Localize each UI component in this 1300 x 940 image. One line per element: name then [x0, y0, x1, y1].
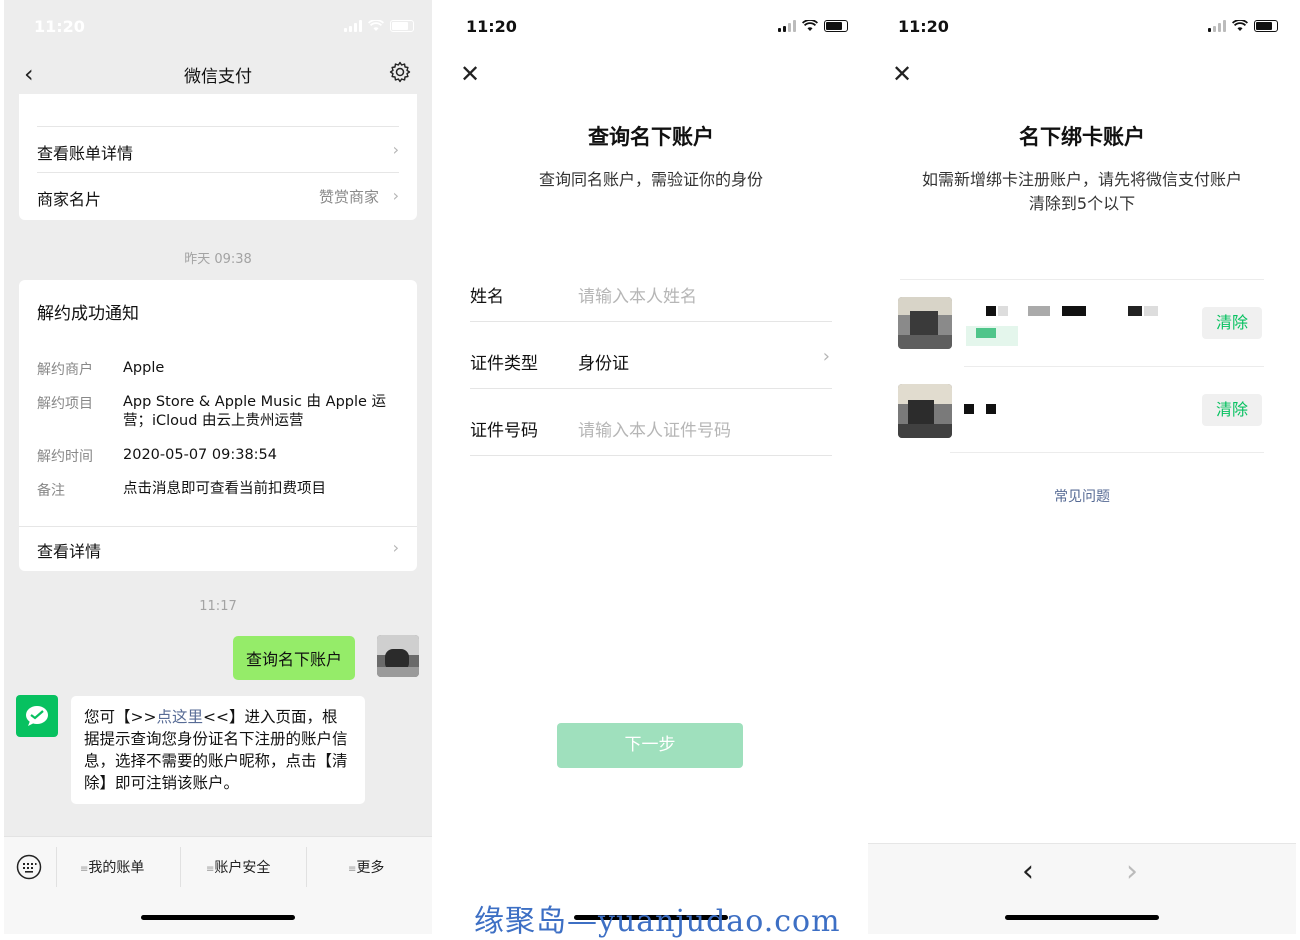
view-bill-detail-link[interactable]: 查看账单详情 › — [37, 140, 399, 164]
divider — [964, 366, 1264, 367]
id-number-input[interactable]: 请输入本人证件号码 — [578, 416, 731, 441]
page-subtitle-line2: 清除到5个以下 — [1028, 194, 1136, 213]
status-bar: 11:20 — [4, 0, 432, 54]
name-label: 姓名 — [470, 287, 504, 307]
id-type-select[interactable]: 身份证 — [578, 349, 629, 374]
menu-label: 账户安全 — [214, 860, 271, 876]
status-time: 11:20 — [898, 17, 949, 36]
id-number-label: 证件号码 — [470, 421, 538, 441]
forward-arrow-icon[interactable]: › — [1126, 854, 1138, 889]
next-step-button[interactable]: 下一步 — [557, 723, 743, 768]
divider — [950, 452, 1264, 453]
wechat-pay-avatar[interactable] — [16, 695, 58, 737]
cancel-notice-card[interactable]: 解约成功通知 解约商户 Apple 解约项目 App Store & Apple… — [19, 280, 417, 571]
reply-text: 您可【>> — [84, 708, 157, 726]
status-icons — [1208, 20, 1278, 32]
chat-navbar: ‹ 微信支付 — [4, 54, 432, 94]
watermark-text: 缘聚岛—yuanjudao.com — [474, 904, 841, 939]
id-type-label: 证件类型 — [470, 354, 538, 374]
home-indicator — [1005, 915, 1159, 920]
notice-value: 2020-05-07 09:38:54 — [123, 447, 277, 463]
divider — [470, 455, 832, 456]
signal-icon — [1208, 20, 1226, 32]
query-accounts-screen: 11:20 ✕ 查询名下账户 查询同名账户，需验证你的身份 姓名 请输入本人姓名… — [436, 0, 866, 934]
wechat-pay-icon — [26, 706, 48, 726]
notice-key: 解约商户 — [37, 362, 93, 378]
reply-message-bubble[interactable]: 您可【>>点这里<<】进入页面，根据提示查询您身份证名下注册的账户信息，选择不需… — [71, 696, 365, 804]
view-bill-label: 查看账单详情 — [37, 144, 134, 163]
divider — [470, 321, 832, 322]
status-bar: 11:20 — [868, 0, 1296, 54]
chevron-right-icon: › — [392, 538, 399, 557]
page-subtitle: 查询同名账户，需验证你的身份 — [538, 170, 763, 189]
merchant-label: 商家名片 — [37, 190, 102, 209]
chevron-right-icon: › — [392, 140, 399, 159]
battery-icon — [390, 20, 414, 32]
close-icon[interactable]: ✕ — [460, 60, 480, 88]
notice-title: 解约成功通知 — [37, 304, 139, 324]
bound-accounts-screen: 11:20 ✕ 名下绑卡账户 如需新增绑卡注册账户，请先将微信支付账户 清除到5… — [868, 0, 1296, 934]
merchant-card-link[interactable]: 商家名片 赞赏商家 › — [37, 186, 399, 210]
timestamp: 昨天 09:38 — [184, 252, 252, 267]
battery-icon — [824, 20, 848, 32]
status-icons — [778, 20, 848, 32]
chevron-right-icon: › — [392, 186, 399, 205]
chat-title: 微信支付 — [184, 67, 252, 87]
wechat-pay-chat-screen: 11:20 ‹ 微信支付 查看账单详情 › 商家名片 赞赏商家 › 昨天 09:… — [4, 0, 432, 934]
click-here-link[interactable]: 点这里 — [156, 708, 203, 726]
status-bar: 11:20 — [436, 0, 866, 54]
notice-key: 备注 — [37, 483, 65, 499]
gear-icon[interactable] — [388, 60, 412, 84]
battery-icon — [1254, 20, 1278, 32]
keyboard-icon[interactable] — [16, 854, 42, 880]
wifi-icon — [802, 20, 818, 31]
page-title: 查询名下账户 — [588, 125, 714, 149]
page-subtitle-line1: 如需新增绑卡注册账户，请先将微信支付账户 — [921, 170, 1242, 189]
user-avatar[interactable] — [377, 635, 419, 677]
back-arrow-icon[interactable]: ‹ — [1022, 854, 1034, 889]
timestamp: 11:17 — [199, 599, 237, 614]
status-icons — [344, 20, 414, 32]
separator — [180, 847, 181, 887]
notice-value: Apple — [123, 360, 165, 376]
menu-account-security[interactable]: ≡账户安全 — [206, 857, 270, 877]
status-time: 11:20 — [34, 17, 85, 36]
browser-bottom-bar: ‹ › — [868, 843, 1296, 934]
clear-button[interactable]: 清除 — [1202, 394, 1262, 426]
status-time: 11:20 — [466, 17, 517, 36]
bill-card: 查看账单详情 › 商家名片 赞赏商家 › — [19, 94, 417, 220]
home-indicator — [141, 915, 295, 920]
menu-label: 我的账单 — [88, 860, 145, 876]
notice-value: App Store & Apple Music 由 Apple 运营；iClou… — [123, 394, 387, 429]
separator — [306, 847, 307, 887]
divider — [900, 279, 1264, 280]
chevron-right-icon[interactable]: › — [823, 346, 830, 367]
divider — [37, 172, 399, 173]
view-detail-label: 查看详情 — [37, 542, 102, 561]
divider — [470, 388, 832, 389]
account-avatar — [898, 297, 952, 349]
page-title: 名下绑卡账户 — [1019, 125, 1145, 149]
notice-key: 解约项目 — [37, 396, 93, 412]
view-detail-link[interactable]: 查看详情 › — [37, 538, 399, 562]
notice-value: 点击消息即可查看当前扣费项目 — [123, 481, 326, 497]
sent-message-bubble[interactable]: 查询名下账户 — [233, 636, 356, 680]
wifi-icon — [1232, 20, 1248, 31]
account-avatar — [898, 384, 952, 438]
menu-my-bill[interactable]: ≡我的账单 — [80, 857, 144, 877]
faq-link[interactable]: 常见问题 — [868, 486, 1296, 506]
signal-icon — [778, 20, 796, 32]
name-input[interactable]: 请输入本人姓名 — [578, 282, 697, 307]
close-icon[interactable]: ✕ — [892, 60, 912, 88]
divider — [37, 126, 399, 127]
separator — [56, 847, 57, 887]
merchant-value: 赞赏商家 — [318, 188, 379, 206]
menu-label: 更多 — [356, 860, 385, 876]
menu-more[interactable]: ≡更多 — [348, 857, 384, 877]
wifi-icon — [368, 20, 384, 31]
clear-button[interactable]: 清除 — [1202, 307, 1262, 339]
divider — [19, 526, 417, 527]
notice-key: 解约时间 — [37, 449, 93, 465]
signal-icon — [344, 20, 362, 32]
